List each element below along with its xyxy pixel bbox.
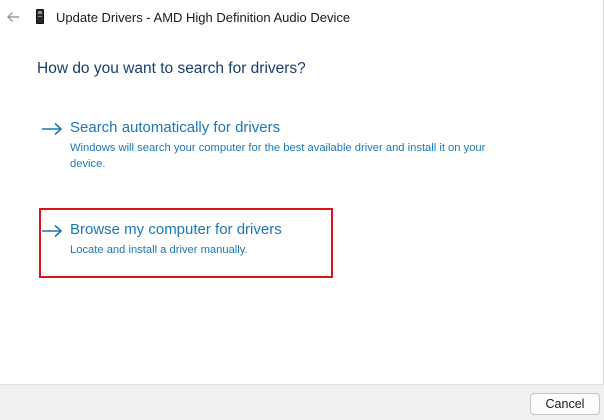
window-title: Update Drivers - AMD High Definition Aud… (56, 10, 351, 25)
cancel-button[interactable]: Cancel (530, 393, 600, 415)
browse-computer-title: Browse my computer for drivers (70, 221, 282, 238)
page-title: How do you want to search for drivers? (37, 60, 306, 77)
title-bar: Update Drivers - AMD High Definition Aud… (0, 0, 604, 34)
back-arrow-icon[interactable] (5, 9, 21, 25)
right-arrow-icon (41, 122, 63, 136)
search-automatically-option[interactable]: Search automatically for drivers Windows… (38, 119, 508, 175)
right-arrow-icon (41, 224, 63, 238)
search-automatically-title: Search automatically for drivers (70, 119, 281, 136)
browse-computer-description: Locate and install a driver manually. (70, 244, 248, 256)
browse-computer-option[interactable]: Browse my computer for drivers Locate an… (38, 221, 328, 261)
device-icon (36, 9, 44, 24)
dialog-footer: Cancel (0, 384, 604, 420)
search-automatically-description: Windows will search your computer for th… (70, 142, 486, 170)
update-drivers-dialog: Update Drivers - AMD High Definition Aud… (0, 0, 604, 420)
